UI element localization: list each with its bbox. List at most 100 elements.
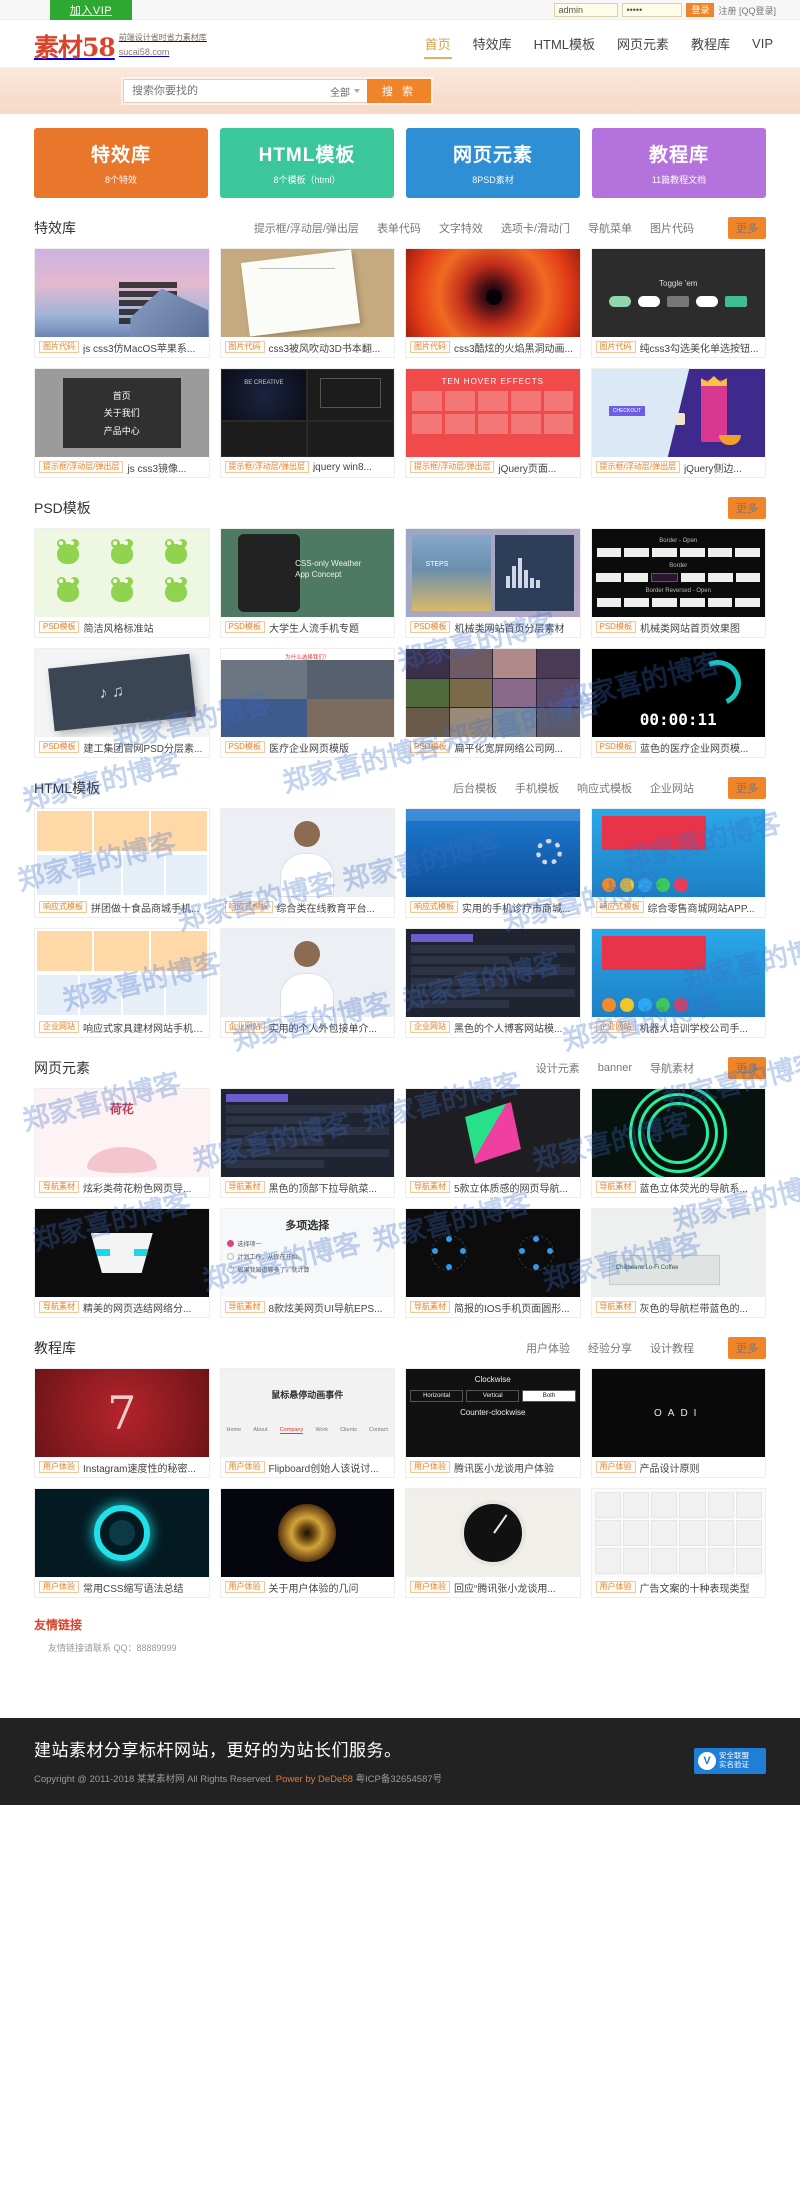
resource-card[interactable]: OADI 用户体验 产品设计原则 <box>590 1368 766 1478</box>
category-card-2[interactable]: 网页元素 8PSD素材 <box>406 128 580 198</box>
card-tag[interactable]: 响应式模板 <box>410 900 458 914</box>
card-title[interactable]: 腾讯医小龙谈用户体验 <box>454 1460 554 1475</box>
resource-card[interactable]: Toggle 'em 图片代码 纯css3勾选美化单选按钮... <box>590 248 766 358</box>
resource-card[interactable]: PSD模板 扁平化宽屏网络公司网... <box>405 648 581 758</box>
section-0-nav-5[interactable]: 图片代码 <box>650 220 694 236</box>
resource-card[interactable]: 响应式模板 实用的手机诊疗市商城... <box>405 808 581 918</box>
card-tag[interactable]: 用户体验 <box>39 1460 79 1474</box>
card-title[interactable]: 综合类在线教育平台... <box>277 900 375 915</box>
card-tag[interactable]: 导航素材 <box>595 1300 636 1314</box>
section-0-nav-3[interactable]: 选项卡/滑动门 <box>501 220 570 236</box>
card-tag[interactable]: 提示框/浮动层/弹出层 <box>39 460 124 474</box>
card-title[interactable]: 大学生人流手机专题 <box>269 620 359 635</box>
section-2-nav-1[interactable]: 手机模板 <box>515 780 559 796</box>
card-title[interactable]: 扁平化宽屏网络公司网... <box>454 740 562 755</box>
resource-card[interactable]: 00:00:11 PSD模板 蓝色的医疗企业网页模... <box>590 648 766 758</box>
resource-card[interactable]: 导航素材 5款立体质感的网页导航... <box>405 1088 581 1198</box>
resource-card[interactable]: Border - Open Border Border Reversed - Ope… <box>590 528 766 638</box>
section-0-nav-1[interactable]: 表单代码 <box>377 220 421 236</box>
card-title[interactable]: 回应“腾讯张小龙谈用... <box>454 1580 556 1595</box>
section-3-nav-2[interactable]: 导航素材 <box>650 1060 694 1076</box>
resource-card[interactable]: Clockwise Horizontal Vertical Both Counter-c… <box>405 1368 581 1478</box>
more-button[interactable]: 更多 <box>728 497 766 519</box>
card-tag[interactable]: PSD模板 <box>410 740 451 754</box>
card-tag[interactable]: 导航素材 <box>39 1180 79 1194</box>
nav-item-1[interactable]: 特效库 <box>472 30 513 59</box>
login-button[interactable]: 登录 <box>686 3 715 17</box>
card-tag[interactable]: 用户体验 <box>410 1580 450 1594</box>
resource-card[interactable]: 图片代码 css3被风吹动3D书本翻... <box>219 248 395 358</box>
card-title[interactable]: 关于用户体验的几问 <box>269 1580 359 1595</box>
resource-card[interactable]: 荷花 导航素材 炫彩类荷花粉色网页导... <box>34 1088 210 1198</box>
resource-card[interactable]: 首页 关于我们 产品中心 提示框/浮动层/弹出层 js css3镜像... <box>34 368 210 478</box>
resource-card[interactable]: 响应式模板 拼团做十食品商城手机... <box>34 808 210 918</box>
card-title[interactable]: 简洁风格标准站 <box>83 620 153 635</box>
nav-item-2[interactable]: HTML模板 <box>533 30 596 59</box>
card-tag[interactable]: PSD模板 <box>410 620 451 634</box>
card-tag[interactable]: 导航素材 <box>39 1300 79 1314</box>
card-title[interactable]: 拼团做十食品商城手机... <box>91 900 199 915</box>
card-tag[interactable]: 导航素材 <box>410 1180 450 1194</box>
search-input[interactable] <box>123 79 323 103</box>
resource-card[interactable]: 导航素材 黑色的顶部下拉导航菜... <box>219 1088 395 1198</box>
username-input[interactable] <box>554 3 619 17</box>
resource-card[interactable]: 导航素材 精美的网页选结网络分... <box>34 1208 210 1318</box>
nav-item-0[interactable]: 首页 <box>423 30 452 59</box>
card-tag[interactable]: 图片代码 <box>595 340 636 354</box>
nav-item-3[interactable]: 网页元素 <box>616 30 670 59</box>
card-tag[interactable]: 图片代码 <box>224 340 265 354</box>
card-tag[interactable]: 导航素材 <box>224 1180 265 1194</box>
card-tag[interactable]: PSD模板 <box>595 620 636 634</box>
section-0-nav-2[interactable]: 文字特效 <box>439 220 483 236</box>
card-title[interactable]: 机器人培训学校公司手... <box>640 1020 748 1035</box>
card-tag[interactable]: PSD模板 <box>224 740 265 754</box>
resource-card[interactable]: 导航素材 蓝色立体荧光的导航系... <box>590 1088 766 1198</box>
security-verify-badge[interactable]: V 安全联盟 实名验证 <box>694 1747 766 1774</box>
section-4-nav-1[interactable]: 经验分享 <box>588 1340 632 1356</box>
card-tag[interactable]: 用户体验 <box>224 1460 265 1474</box>
resource-card[interactable]: 响应式模板 综合类在线教育平台... <box>219 808 395 918</box>
card-tag[interactable]: PSD模板 <box>39 740 80 754</box>
nav-item-5[interactable]: VIP <box>751 32 774 57</box>
search-category-select[interactable]: 全部 <box>323 79 367 103</box>
more-button[interactable]: 更多 <box>728 1337 766 1359</box>
card-title[interactable]: js css3仿MacOS苹果系... <box>83 340 195 355</box>
card-title[interactable]: 产品设计原则 <box>640 1460 700 1475</box>
card-title[interactable]: 响应式家具建材网站手机A... <box>83 1020 205 1035</box>
resource-card[interactable]: PSD模板建工集团官网PSD分层素... <box>34 648 210 758</box>
card-tag[interactable]: PSD模板 <box>39 620 80 634</box>
card-title[interactable]: css3酷炫的火焰黑洞动画... <box>454 340 573 355</box>
card-title[interactable]: 实用的个人外包接单介... <box>269 1020 377 1035</box>
join-vip-button[interactable]: 加入VIP <box>50 0 132 20</box>
card-title[interactable]: jquery win8... <box>313 462 372 473</box>
section-3-nav-1[interactable]: banner <box>598 1062 632 1074</box>
card-title[interactable]: 机械类网站首页效果图 <box>640 620 740 635</box>
card-tag[interactable]: 响应式模板 <box>224 900 273 914</box>
card-title[interactable]: 简报的IOS手机页面圆形... <box>454 1300 570 1315</box>
card-title[interactable]: Flipboard创始人该说讨... <box>269 1460 379 1475</box>
resource-card[interactable]: 用户体验 回应“腾讯张小龙谈用... <box>405 1488 581 1598</box>
resource-card[interactable]: 导航素材 简报的IOS手机页面圆形... <box>405 1208 581 1318</box>
more-button[interactable]: 更多 <box>728 777 766 799</box>
search-button[interactable]: 搜 索 <box>367 79 431 103</box>
card-tag[interactable]: 企业网站 <box>39 1020 79 1034</box>
resource-card[interactable]: 用户体验 广告文案的十种表现类型 <box>590 1488 766 1598</box>
card-title[interactable]: Instagram速度性的秘密... <box>83 1460 196 1475</box>
card-tag[interactable]: 导航素材 <box>410 1300 450 1314</box>
resource-card[interactable]: 企业网站 机器人培训学校公司手... <box>590 928 766 1038</box>
card-title[interactable]: 综合零售商城网站APP... <box>648 900 755 915</box>
more-button[interactable]: 更多 <box>728 1057 766 1079</box>
card-title[interactable]: 常用CSS缩写语法总结 <box>83 1580 184 1595</box>
card-tag[interactable]: 提示框/浮动层/弹出层 <box>224 460 309 474</box>
card-title[interactable]: 炫彩类荷花粉色网页导... <box>83 1180 191 1195</box>
resource-card[interactable]: PSD模板 简洁风格标准站 <box>34 528 210 638</box>
resource-card[interactable]: Chillbeans Lo-Fi Coffee 导航素材 灰色的导航栏带蓝色的... <box>590 1208 766 1318</box>
resource-card[interactable]: CHECKOUT 提示框/浮动层/弹出层 jQuery侧边... <box>590 368 766 478</box>
resource-card[interactable]: 企业网站 黑色的个人博客网站模... <box>405 928 581 1038</box>
section-0-nav-0[interactable]: 提示框/浮动层/弹出层 <box>254 220 359 236</box>
card-tag[interactable]: 用户体验 <box>595 1460 636 1474</box>
card-tag[interactable]: 用户体验 <box>39 1580 79 1594</box>
more-button[interactable]: 更多 <box>728 217 766 239</box>
resource-card[interactable]: CSS-only Weather App Concept PSD模板 大学生人流手机专… <box>219 528 395 638</box>
resource-card[interactable]: 用户体验 关于用户体验的几问 <box>219 1488 395 1598</box>
